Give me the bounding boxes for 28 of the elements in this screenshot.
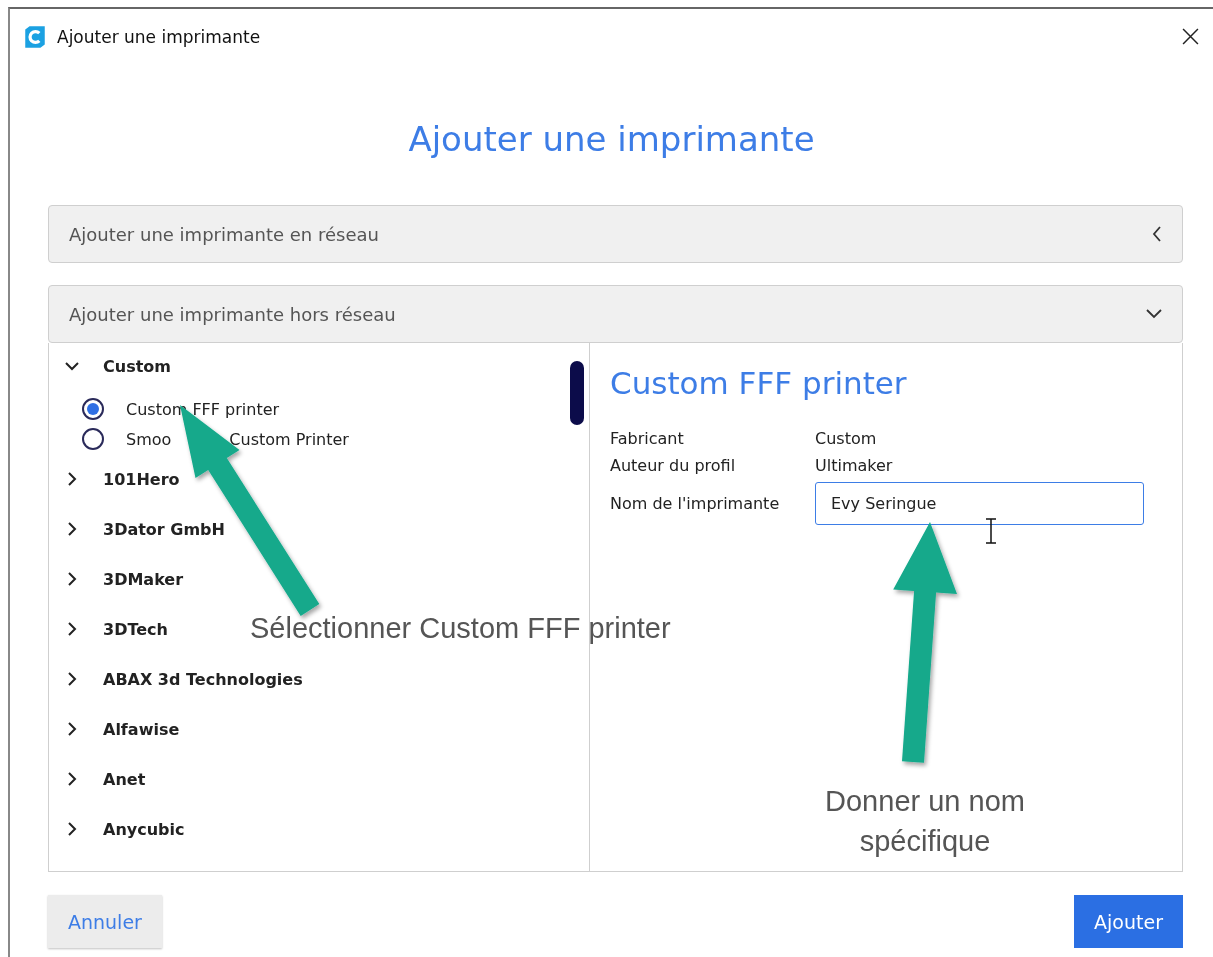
printer-label[interactable]: Smoo: [126, 429, 172, 449]
manufacturer-label[interactable]: Alfawise: [103, 719, 180, 739]
printer-label[interactable]: Custom Printer: [229, 429, 349, 449]
manufacturer-label[interactable]: ABAX 3d Technologies: [103, 669, 303, 689]
manufacturer-label[interactable]: Custom: [103, 356, 171, 376]
annotation-text: Donner un nom spécifique: [824, 784, 1026, 859]
accordion-header[interactable]: Ajouter une imprimante en réseau: [48, 205, 1183, 263]
field-label: Fabricant: [610, 429, 685, 448]
window-title: Ajouter une imprimante: [57, 26, 262, 47]
printer-title: Custom FFF printer: [610, 365, 908, 401]
manufacturer-label[interactable]: Anycubic: [103, 819, 185, 839]
manufacturer-label[interactable]: 101Hero: [103, 469, 180, 489]
manufacturer-label[interactable]: Anet: [103, 769, 146, 789]
field-value: Custom: [815, 429, 877, 448]
printer-label[interactable]: Custom FFF printer: [126, 399, 280, 419]
add-button[interactable]: Ajouter: [1074, 895, 1183, 948]
dialog-heading: Ajouter une imprimante: [407, 118, 816, 161]
field-label: Auteur du profil: [610, 456, 737, 475]
manufacturer-label[interactable]: 3DTech: [103, 619, 168, 639]
annotation-text: Sélectionner Custom FFF printer: [250, 612, 671, 645]
manufacturer-label[interactable]: 3DMaker: [103, 569, 184, 589]
accordion-title: Ajouter une imprimante en réseau: [69, 223, 379, 245]
accordion-header[interactable]: Ajouter une imprimante hors réseau: [48, 285, 1183, 343]
manufacturer-label[interactable]: 3Dator GmbH: [103, 519, 225, 539]
printer-name-input[interactable]: Evy Seringue: [815, 481, 1144, 525]
field-value: Ultimaker: [815, 456, 893, 475]
field-label: Nom de l'imprimante: [610, 493, 781, 513]
accordion-title: Ajouter une imprimante hors réseau: [69, 303, 396, 325]
